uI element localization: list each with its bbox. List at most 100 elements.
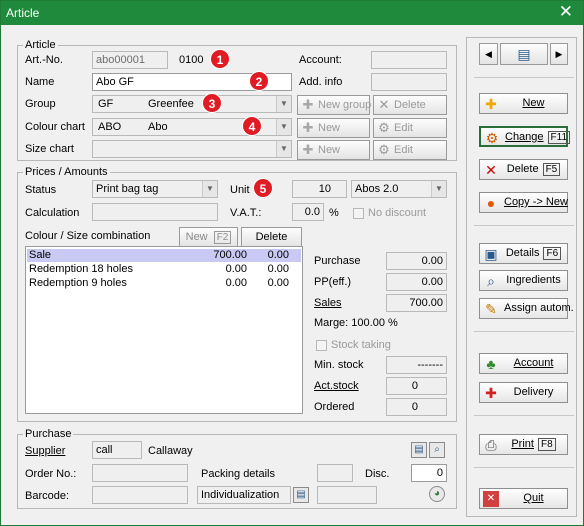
unit-qty-field[interactable]: 10 bbox=[292, 180, 347, 198]
database-icon: ▤ bbox=[517, 46, 531, 62]
supplier-name: Callaway bbox=[148, 445, 193, 457]
individualization-field[interactable]: Individualization bbox=[197, 486, 291, 504]
barcode-label: Barcode: bbox=[25, 490, 70, 502]
group-name: Greenfee bbox=[148, 98, 194, 110]
chevron-down-icon[interactable]: ▼ bbox=[276, 96, 291, 112]
article-window: Article ✕ Article Art.-No. abo00001 0100… bbox=[0, 0, 584, 526]
purchase-price-field[interactable]: 0.00 bbox=[386, 252, 447, 270]
divider bbox=[474, 467, 574, 468]
prev-record-button[interactable]: ◀ bbox=[479, 43, 498, 65]
plus-icon: ✚ bbox=[485, 385, 497, 401]
combo-delete-button[interactable]: Delete bbox=[241, 227, 302, 247]
combo-new-button[interactable]: New F2 bbox=[179, 227, 238, 247]
delete-group-button[interactable]: ✕ Delete bbox=[373, 95, 447, 115]
new-button[interactable]: ✚ New bbox=[479, 93, 568, 114]
ordered-field[interactable]: 0 bbox=[386, 398, 447, 416]
print-button[interactable]: ⎙ Print F8 bbox=[479, 434, 568, 455]
details-button[interactable]: ▣ Details F6 bbox=[479, 243, 568, 264]
copy-new-button[interactable]: ● Copy -> New bbox=[479, 192, 568, 213]
size-chart-label: Size chart bbox=[25, 143, 74, 155]
refresh-icon[interactable]: ◕ bbox=[429, 486, 445, 502]
account-field[interactable] bbox=[371, 51, 447, 69]
badge-2: 2 bbox=[249, 71, 269, 91]
purchase-group-label: Purchase bbox=[23, 428, 74, 440]
close-icon[interactable]: ✕ bbox=[559, 3, 573, 21]
packing-label: Packing details bbox=[201, 468, 275, 480]
document-icon: ▣ bbox=[484, 246, 498, 262]
assign-autom-button[interactable]: ✎ Assign autom. bbox=[479, 298, 574, 319]
disc-label: Disc. bbox=[365, 468, 390, 480]
delivery-button[interactable]: ✚ Delivery bbox=[479, 382, 568, 403]
plus-icon: ✚ bbox=[302, 97, 314, 112]
order-no-field[interactable] bbox=[92, 464, 188, 482]
supplier-field[interactable]: call bbox=[92, 441, 142, 459]
x-icon: ✕ bbox=[485, 162, 497, 178]
account-icon: ♣ bbox=[486, 356, 496, 372]
arrow-right-icon: ▶ bbox=[555, 49, 563, 59]
search-icon[interactable]: ⌕ bbox=[429, 442, 445, 458]
list-item[interactable]: Sale 700.00 0.00 bbox=[27, 249, 301, 262]
badge-3: 3 bbox=[202, 93, 222, 113]
act-stock-field[interactable]: 0 bbox=[386, 377, 447, 395]
edit-colour-button[interactable]: ⚙ Edit bbox=[373, 118, 447, 138]
account-button[interactable]: ♣ Account bbox=[479, 353, 568, 374]
pp-eff-field[interactable]: 0.00 bbox=[386, 273, 447, 291]
min-stock-field[interactable]: ------- bbox=[386, 356, 447, 374]
barcode-extra-field[interactable] bbox=[317, 486, 377, 504]
combo-label: Colour / Size combination bbox=[25, 230, 151, 242]
artno-field[interactable]: abo00001 bbox=[92, 51, 168, 69]
list-item[interactable]: Redemption 9 holes 0.00 0.00 bbox=[27, 277, 301, 290]
window-title: Article bbox=[6, 6, 40, 20]
sales-field[interactable]: 700.00 bbox=[386, 294, 447, 312]
divider bbox=[474, 77, 574, 78]
copy-icon: ● bbox=[486, 195, 496, 211]
unit-label: Unit bbox=[230, 184, 250, 196]
status-select[interactable]: Print bag tag ▼ bbox=[92, 180, 218, 198]
ordered-label: Ordered bbox=[314, 401, 355, 413]
wand-icon: ✎ bbox=[485, 301, 497, 317]
new-size-button[interactable]: ✚ New bbox=[297, 140, 370, 160]
new-group-button[interactable]: ✚ New group bbox=[297, 95, 371, 115]
group-label: Group bbox=[25, 98, 56, 110]
new-colour-button[interactable]: ✚ New bbox=[297, 118, 370, 138]
no-discount-checkbox[interactable] bbox=[353, 208, 364, 219]
next-record-button[interactable]: ▶ bbox=[550, 43, 568, 65]
calculation-field[interactable] bbox=[92, 203, 218, 221]
chevron-down-icon[interactable]: ▼ bbox=[276, 119, 291, 135]
change-button[interactable]: ⚙ Change F11 bbox=[479, 126, 571, 147]
database-icon[interactable]: ▤ bbox=[411, 442, 427, 458]
divider bbox=[474, 415, 574, 416]
ingredients-button[interactable]: ⌕ Ingredients bbox=[479, 270, 568, 291]
delete-button[interactable]: ✕ Delete F5 bbox=[479, 159, 568, 180]
vat-label: V.A.T.: bbox=[230, 207, 262, 219]
database-icon[interactable]: ▤ bbox=[293, 487, 309, 503]
quit-button[interactable]: ✕ Quit bbox=[479, 488, 568, 509]
list-item[interactable]: Redemption 18 holes 0.00 0.00 bbox=[27, 263, 301, 276]
stock-taking-checkbox[interactable] bbox=[316, 340, 327, 351]
edit-size-button[interactable]: ⚙ Edit bbox=[373, 140, 447, 160]
colour-chart-select[interactable]: ABO Abo ▼ bbox=[92, 118, 292, 136]
artno-label: Art.-No. bbox=[25, 54, 63, 66]
chevron-down-icon[interactable]: ▼ bbox=[431, 181, 446, 197]
record-list-button[interactable]: ▤ bbox=[500, 43, 548, 65]
group-select[interactable]: GF Greenfee ▼ bbox=[92, 95, 292, 113]
size-chart-select[interactable]: ▼ bbox=[92, 140, 292, 158]
search-icon: ⌕ bbox=[487, 273, 495, 289]
account-label: Account: bbox=[299, 54, 342, 66]
gear-icon: ⚙ bbox=[485, 130, 499, 146]
name-label: Name bbox=[25, 76, 55, 88]
combination-list[interactable]: Sale 700.00 0.00 Redemption 18 holes 0.0… bbox=[25, 246, 303, 414]
quit-icon: ✕ bbox=[483, 491, 499, 507]
divider bbox=[474, 331, 574, 332]
chevron-down-icon[interactable]: ▼ bbox=[202, 181, 217, 197]
packing-field[interactable] bbox=[317, 464, 353, 482]
vat-field[interactable]: 0.0 bbox=[292, 203, 324, 221]
disc-field[interactable]: 0 bbox=[411, 464, 447, 482]
order-no-label: Order No.: bbox=[25, 468, 77, 480]
addinfo-field[interactable] bbox=[371, 73, 447, 91]
chevron-down-icon[interactable]: ▼ bbox=[276, 141, 291, 157]
barcode-field[interactable] bbox=[92, 486, 188, 504]
act-stock-label: Act.stock bbox=[314, 380, 359, 392]
unit-select[interactable]: Abos 2.0 ▼ bbox=[351, 180, 447, 198]
plus-icon: ✚ bbox=[302, 142, 314, 157]
